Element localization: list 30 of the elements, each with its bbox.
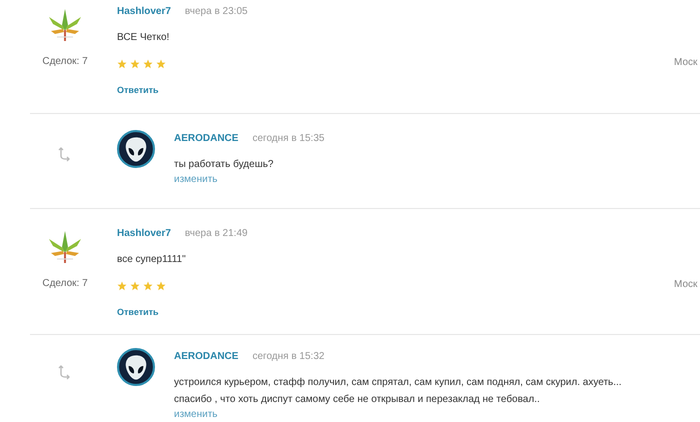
comment-time: вчера в 21:49 [184,227,248,241]
author-name[interactable]: Hashlover7 [117,227,171,241]
comment-text: устроился курьером, стафф получил, сам спрятал, сам купил, сам поднял, сам скурил. ахуеть... спасибо , что хоть диспут самому себе не открывал и перезаклад не тебовал.. [174,376,622,407]
author-name[interactable]: AERODANCE [174,350,238,364]
alien-avatar [117,348,155,386]
star-icon [117,281,127,291]
star-icon [117,59,127,69]
comment-time: сегодня в 15:35 [252,132,324,146]
edit-link[interactable]: изменить [174,408,218,421]
star-icon [130,281,140,291]
comment-time: вчера в 23:05 [184,5,248,19]
star-icon [156,59,166,69]
deals-count: Сделок: 7 [42,277,88,291]
author-name[interactable]: AERODANCE [174,132,238,146]
star-icon [143,281,153,291]
star-icon [130,59,140,69]
author-name[interactable]: Hashlover7 [117,5,171,19]
city-label: Моск [674,278,698,292]
city-label: Моск [674,56,698,70]
star-icon [156,281,166,291]
reply-link[interactable]: Ответить [117,305,159,319]
comment-time: сегодня в 15:32 [252,350,324,364]
deals-count: Сделок: 7 [42,55,88,69]
star-icon [143,59,153,69]
comment-text: все супер1111" [117,253,186,267]
reply-link[interactable]: Ответить [117,83,159,97]
edit-link[interactable]: изменить [174,173,218,186]
alien-avatar [117,130,155,168]
comment-text: ВСЕ Четко! [117,31,170,45]
comment-text: ты работать будешь? [174,158,274,172]
